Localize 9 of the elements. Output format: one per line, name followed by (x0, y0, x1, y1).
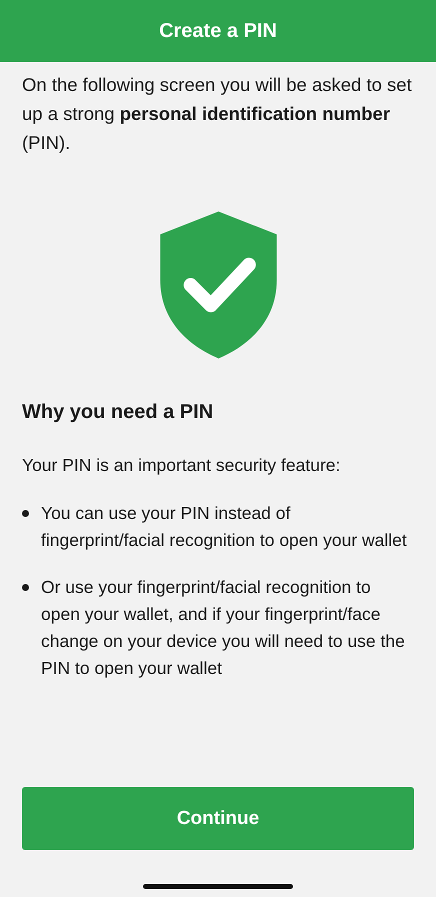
bullet-text: You can use your PIN instead of fingerprint/facial recognition to open your wallet (41, 502, 408, 552)
section-heading: Why you need a PIN (22, 401, 214, 424)
intro-text: On the following screen you will be asked to set up a strong personal identification number (PIN). (22, 73, 413, 155)
lead-text: Your PIN is an important security feature: (22, 454, 342, 477)
continue-button[interactable]: Continue (22, 787, 414, 850)
screen-title: Create a PIN (159, 20, 277, 42)
bullet-icon (22, 510, 29, 517)
bullet-text: Or use your fingerprint/facial recognition to open your wallet, and if your fingerprint/face change on your device you will need to use the PIN to open your wallet (41, 576, 406, 680)
bullet-icon (22, 584, 29, 591)
